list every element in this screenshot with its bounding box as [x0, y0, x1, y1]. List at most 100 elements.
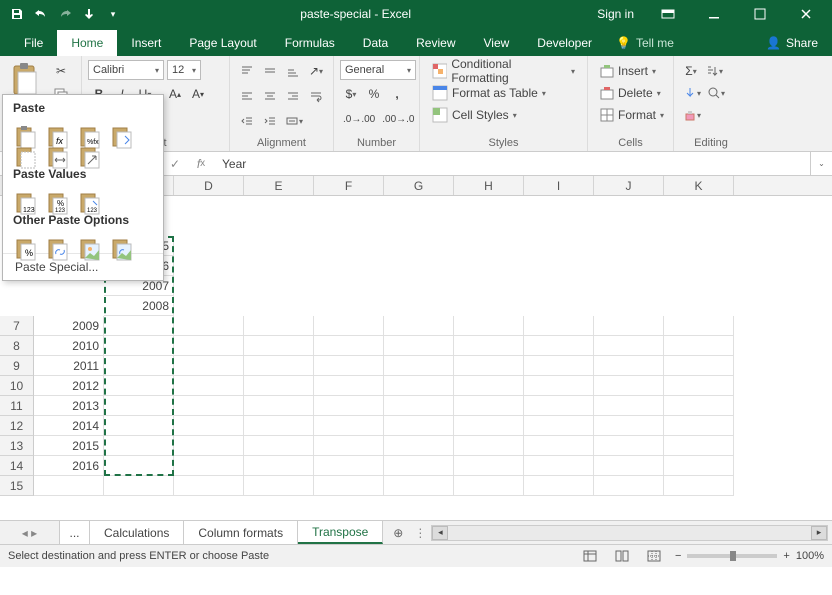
font-name-select[interactable]: Calibri▾ [88, 60, 164, 80]
cell[interactable] [244, 476, 314, 496]
zoom-control[interactable]: − + 100% [675, 550, 824, 562]
conditional-formatting-button[interactable]: Conditional Formatting▾ [426, 60, 581, 82]
zoom-out-button[interactable]: − [675, 550, 681, 562]
clear-button[interactable]: ▾ [680, 104, 704, 126]
cell[interactable] [524, 416, 594, 436]
align-left-button[interactable] [236, 85, 258, 107]
tab-formulas[interactable]: Formulas [271, 30, 349, 56]
cell[interactable] [104, 376, 174, 396]
formula-input[interactable]: Year [214, 152, 810, 175]
cell[interactable]: 2013 [34, 396, 104, 416]
scroll-left-button[interactable]: ◂ [432, 526, 448, 540]
touch-mode-icon[interactable] [78, 3, 100, 25]
cut-button[interactable]: ✂ [50, 60, 72, 82]
increase-indent-button[interactable] [259, 110, 281, 132]
row-header[interactable]: 10 [0, 376, 34, 396]
cell[interactable] [594, 316, 664, 336]
cell[interactable] [34, 476, 104, 496]
cell[interactable]: 2012 [34, 376, 104, 396]
save-icon[interactable] [6, 3, 28, 25]
cell[interactable] [664, 476, 734, 496]
cell[interactable] [524, 396, 594, 416]
find-select-button[interactable]: ▾ [704, 82, 728, 104]
cell[interactable] [454, 376, 524, 396]
cell[interactable] [244, 376, 314, 396]
cell[interactable] [244, 456, 314, 476]
row-header[interactable]: 8 [0, 336, 34, 356]
cell[interactable] [384, 456, 454, 476]
column-header[interactable]: G [384, 176, 454, 195]
cell[interactable] [664, 396, 734, 416]
cell[interactable] [454, 336, 524, 356]
cell[interactable] [384, 436, 454, 456]
cell[interactable]: 2016 [34, 456, 104, 476]
ribbon-display-icon[interactable] [646, 0, 690, 28]
cell[interactable]: 2015 [34, 436, 104, 456]
row-header[interactable]: 7 [0, 316, 34, 336]
maximize-button[interactable] [738, 0, 782, 28]
cell[interactable] [174, 416, 244, 436]
cell[interactable]: 2009 [34, 316, 104, 336]
page-layout-view-button[interactable] [611, 547, 633, 565]
cell[interactable] [664, 376, 734, 396]
expand-formula-bar-button[interactable]: ⌄ [810, 152, 832, 175]
cell[interactable] [104, 456, 174, 476]
cell[interactable] [594, 456, 664, 476]
cell[interactable] [244, 356, 314, 376]
align-middle-button[interactable] [259, 60, 281, 82]
cell[interactable] [594, 356, 664, 376]
orientation-button[interactable]: ↗▾ [305, 60, 327, 82]
cell[interactable] [314, 456, 384, 476]
cell[interactable] [594, 436, 664, 456]
percent-format-button[interactable]: % [363, 83, 385, 105]
undo-icon[interactable] [30, 3, 52, 25]
cell[interactable] [384, 356, 454, 376]
cell[interactable] [524, 456, 594, 476]
zoom-in-button[interactable]: + [783, 550, 789, 562]
row-header[interactable]: 14 [0, 456, 34, 476]
row-header[interactable]: 13 [0, 436, 34, 456]
cell[interactable] [384, 396, 454, 416]
cell[interactable] [664, 436, 734, 456]
cell[interactable] [314, 396, 384, 416]
format-as-table-button[interactable]: Format as Table▾ [426, 82, 552, 104]
page-break-view-button[interactable] [643, 547, 665, 565]
row-header[interactable]: 12 [0, 416, 34, 436]
cell[interactable] [244, 336, 314, 356]
cell[interactable] [314, 336, 384, 356]
cell[interactable] [454, 356, 524, 376]
sheet-tab-calculations[interactable]: Calculations [90, 521, 184, 544]
cell[interactable] [384, 476, 454, 496]
cell[interactable] [314, 316, 384, 336]
tab-file[interactable]: File [10, 30, 57, 56]
cell[interactable] [524, 476, 594, 496]
redo-icon[interactable] [54, 3, 76, 25]
cell[interactable] [174, 356, 244, 376]
horizontal-scrollbar[interactable]: ◂ ▸ [431, 525, 828, 541]
sheet-nav-buttons[interactable]: ◂ ▸ [0, 521, 60, 544]
cell[interactable] [174, 436, 244, 456]
cell[interactable] [594, 396, 664, 416]
cell[interactable] [104, 356, 174, 376]
increase-decimal-button[interactable]: .0→.00 [340, 108, 378, 130]
tab-view[interactable]: View [470, 30, 524, 56]
column-header[interactable]: F [314, 176, 384, 195]
cell[interactable]: 2008 [104, 296, 174, 316]
scroll-right-button[interactable]: ▸ [811, 526, 827, 540]
align-right-button[interactable] [282, 85, 304, 107]
cell[interactable] [104, 316, 174, 336]
cell[interactable] [174, 376, 244, 396]
cell[interactable] [594, 476, 664, 496]
tab-review[interactable]: Review [402, 30, 469, 56]
cell[interactable] [384, 336, 454, 356]
cell[interactable] [524, 376, 594, 396]
cell[interactable] [174, 456, 244, 476]
cell[interactable] [454, 396, 524, 416]
cell[interactable] [664, 456, 734, 476]
tab-insert[interactable]: Insert [117, 30, 175, 56]
zoom-level[interactable]: 100% [796, 550, 824, 562]
cell[interactable] [454, 416, 524, 436]
cell[interactable] [104, 476, 174, 496]
sort-filter-button[interactable]: ▾ [702, 60, 726, 82]
cell[interactable] [524, 336, 594, 356]
